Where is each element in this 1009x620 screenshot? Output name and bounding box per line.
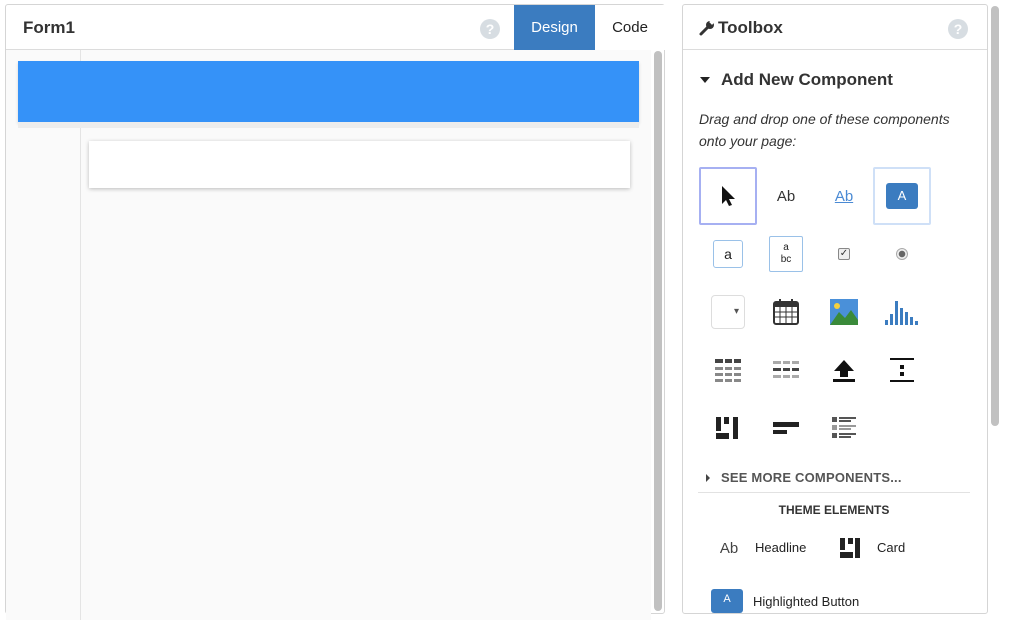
component-link[interactable]: Ab	[815, 167, 873, 225]
image-icon	[830, 299, 858, 325]
component-spacer[interactable]	[873, 341, 931, 399]
component-data-grid[interactable]	[699, 341, 757, 399]
tab-design[interactable]: Design	[514, 5, 595, 50]
theme-item-card[interactable]: Card	[877, 540, 905, 555]
repeating-panel-icon	[832, 417, 856, 438]
navbar-shadow	[18, 122, 639, 128]
toolbox-panel: Toolbox ? Add New Component Drag and dro…	[682, 4, 988, 614]
form-title: Form1	[23, 18, 75, 37]
data-grid-icon	[715, 359, 741, 382]
card-glyph-icon	[840, 538, 860, 558]
component-label[interactable]: Ab	[757, 167, 815, 225]
component-dropdown[interactable]: ▾	[699, 283, 757, 341]
card-icon[interactable]	[836, 535, 864, 561]
textbox-icon: a	[713, 240, 743, 268]
divider	[698, 492, 970, 493]
component-file-loader[interactable]	[815, 341, 873, 399]
data-row-icon	[773, 361, 799, 378]
caret-right-icon[interactable]	[706, 474, 710, 482]
component-data-row[interactable]	[757, 341, 815, 399]
wrench-icon	[699, 19, 715, 36]
component-plot[interactable]	[873, 283, 931, 341]
checkbox-icon: ✓	[838, 248, 850, 260]
designer-header: Form1 ? Design Code	[6, 5, 665, 50]
component-checkbox[interactable]: ✓	[815, 225, 873, 283]
button-icon: A	[886, 183, 918, 209]
canvas-gutter	[80, 50, 81, 620]
tab-code[interactable]: Code	[595, 5, 665, 50]
toolbox-instructions: Drag and drop one of these components on…	[699, 111, 950, 149]
theme-elements-title: THEME ELEMENTS	[778, 503, 890, 517]
designer-scrollbar[interactable]	[654, 51, 662, 611]
component-textarea[interactable]: a bc	[757, 225, 815, 283]
help-icon[interactable]: ?	[480, 19, 500, 39]
design-canvas[interactable]	[6, 50, 651, 620]
component-pointer[interactable]	[699, 167, 757, 225]
textarea-icon: a bc	[769, 236, 803, 272]
upload-icon	[833, 360, 855, 382]
navbar-placeholder[interactable]	[18, 61, 639, 122]
component-column-panel[interactable]	[699, 399, 757, 457]
help-icon[interactable]: ?	[948, 19, 968, 39]
see-more-components-link[interactable]: SEE MORE COMPONENTS...	[721, 470, 902, 485]
component-flow-panel[interactable]	[757, 399, 815, 457]
toolbox-title: Toolbox	[718, 18, 783, 37]
flow-panel-icon	[773, 422, 799, 434]
add-component-title[interactable]: Add New Component	[721, 70, 893, 90]
headline-glyph: Ab	[719, 539, 739, 557]
highlighted-button-icon[interactable]: A	[711, 589, 743, 613]
content-card-placeholder[interactable]	[89, 141, 630, 188]
label-icon: Ab	[776, 187, 796, 205]
component-repeating-panel[interactable]	[815, 399, 873, 457]
toolbox-scrollbar[interactable]	[991, 6, 999, 426]
component-button[interactable]: A	[873, 167, 931, 225]
radio-icon	[896, 248, 908, 260]
component-radio[interactable]	[873, 225, 931, 283]
headline-icon[interactable]: Ab	[715, 535, 743, 561]
column-panel-icon	[716, 417, 738, 439]
component-datepicker[interactable]	[757, 283, 815, 341]
toolbox-header: Toolbox ?	[683, 5, 987, 50]
component-image[interactable]	[815, 283, 873, 341]
designer-panel: Form1 ? Design Code	[5, 4, 665, 620]
calendar-icon	[773, 299, 799, 325]
link-icon: Ab	[834, 187, 854, 205]
component-textbox[interactable]: a	[699, 225, 757, 283]
caret-down-icon[interactable]	[700, 77, 710, 83]
spacer-icon	[890, 358, 914, 382]
theme-item-headline[interactable]: Headline	[755, 540, 806, 555]
dropdown-icon: ▾	[711, 295, 745, 329]
chart-icon	[885, 301, 918, 325]
pointer-icon	[722, 186, 735, 206]
